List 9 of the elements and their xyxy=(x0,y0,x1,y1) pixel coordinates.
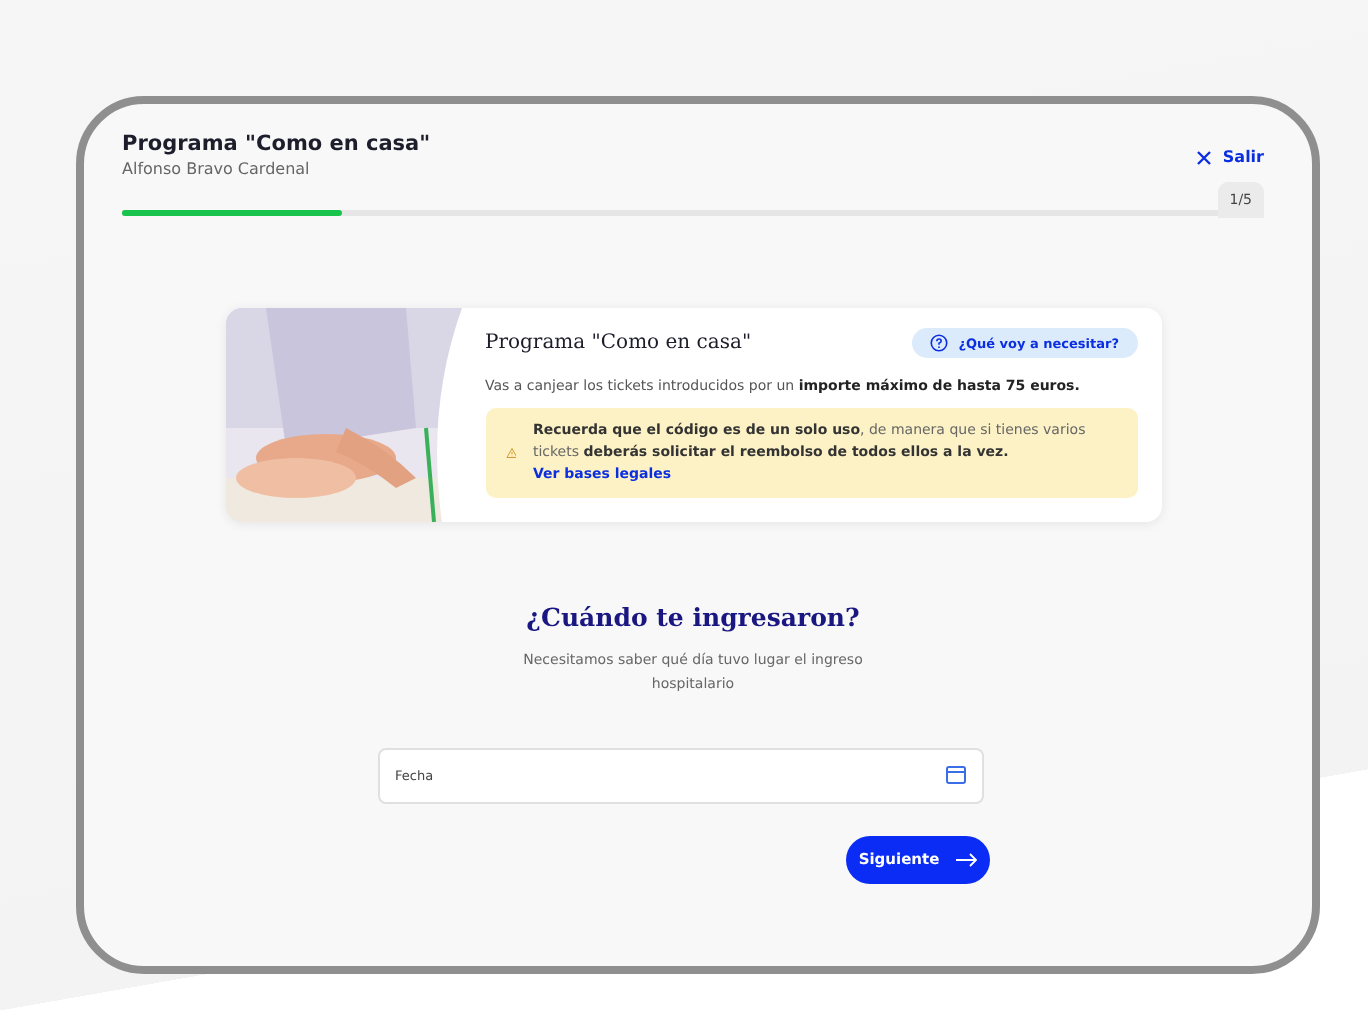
calendar-icon xyxy=(945,766,965,785)
close-icon xyxy=(1196,149,1213,165)
arrow-right-icon xyxy=(955,851,978,868)
question-icon xyxy=(930,334,949,352)
exit-button[interactable]: Salir xyxy=(1196,148,1264,166)
page-title: Programa "Como en casa" xyxy=(122,132,431,156)
card-title: Programa "Como en casa" xyxy=(485,332,752,354)
question-title: ¿Cuándo te ingresaron? xyxy=(526,602,860,632)
user-name: Alfonso Bravo Cardenal xyxy=(122,160,312,178)
